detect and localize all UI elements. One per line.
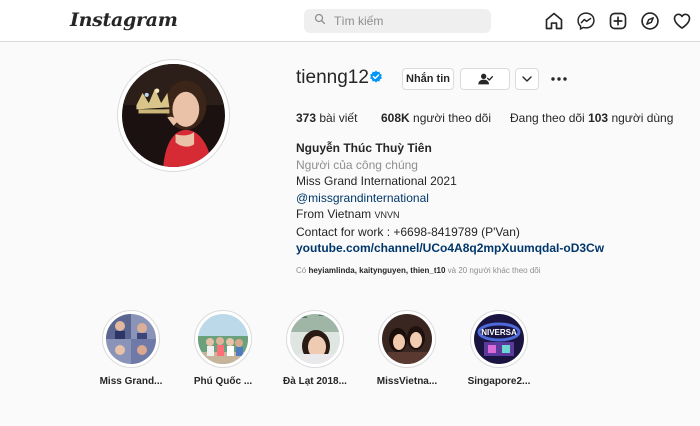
instagram-logo[interactable]: Instagram	[70, 9, 178, 31]
story-highlight[interactable]: NIVERSA Singapore2...	[464, 310, 534, 387]
messenger-icon[interactable]	[576, 11, 596, 31]
profile-photo	[122, 64, 225, 167]
svg-text:NIVERSA: NIVERSA	[481, 328, 517, 337]
explore-icon[interactable]	[640, 11, 660, 31]
story-highlight[interactable]: Đà Lạt 2018...	[280, 310, 350, 387]
search-icon	[314, 12, 326, 30]
highlight-cover-image	[382, 314, 432, 364]
posts-count-stat: 373 bài viết	[296, 111, 358, 125]
highlight-label: Phú Quốc ...	[193, 376, 253, 387]
highlight-label: Singapore2...	[467, 376, 531, 387]
more-options-icon[interactable]	[550, 72, 568, 86]
account-category: Người của công chúng	[296, 157, 418, 172]
full-name: Nguyễn Thúc Thuỳ Tiên	[296, 141, 432, 155]
profile-username: tienng12	[296, 67, 369, 88]
profile-bio: Nguyễn Thúc Thuỳ Tiên Người của công chú…	[296, 140, 604, 257]
bio-mention-link[interactable]: @missgrandinternational	[296, 190, 604, 207]
following-button[interactable]	[460, 68, 510, 90]
suggested-accounts-button[interactable]	[515, 68, 539, 90]
profile-avatar[interactable]	[117, 59, 230, 172]
person-check-icon	[478, 73, 493, 85]
activity-heart-icon[interactable]	[672, 11, 692, 31]
highlight-cover-image	[290, 314, 340, 364]
highlight-cover-image	[198, 314, 248, 364]
story-highlight[interactable]: Miss Grand...	[96, 310, 166, 387]
highlight-cover-image: NIVERSA	[474, 314, 524, 364]
search-box[interactable]	[304, 9, 491, 33]
bio-contact: Contact for work : +6698-8419789 (P'Van)	[296, 224, 520, 239]
new-post-icon[interactable]	[608, 11, 628, 31]
top-navigation-bar: Instagram	[0, 0, 700, 42]
highlight-label: Miss Grand...	[99, 376, 163, 387]
nav-icons	[544, 11, 692, 31]
followed-by-text[interactable]: Có heyiamlinda, kaitynguyen, thien_t10 v…	[296, 266, 541, 275]
following-count-stat[interactable]: Đang theo dõi 103 người dùng	[510, 111, 673, 125]
highlight-label: Đà Lạt 2018...	[283, 376, 347, 387]
vietnam-flag-text: VNVN	[374, 210, 400, 220]
chevron-down-icon	[522, 76, 532, 82]
bio-website-link[interactable]: youtube.com/channel/UCo4A8q2mpXuumqdaI-o…	[296, 240, 604, 257]
followers-count-stat[interactable]: 608K người theo dõi	[381, 111, 491, 125]
home-icon[interactable]	[544, 11, 564, 31]
bio-location: From Vietnam VNVN	[296, 207, 400, 221]
highlight-cover-image	[106, 314, 156, 364]
story-highlight[interactable]: MissVietna...	[372, 310, 442, 387]
verified-badge-icon	[369, 70, 383, 84]
search-input[interactable]	[334, 14, 484, 28]
bio-line: Miss Grand International 2021	[296, 174, 457, 188]
highlight-label: MissVietna...	[376, 376, 438, 387]
story-highlight[interactable]: Phú Quốc ...	[188, 310, 258, 387]
message-button[interactable]: Nhắn tin	[402, 68, 454, 90]
